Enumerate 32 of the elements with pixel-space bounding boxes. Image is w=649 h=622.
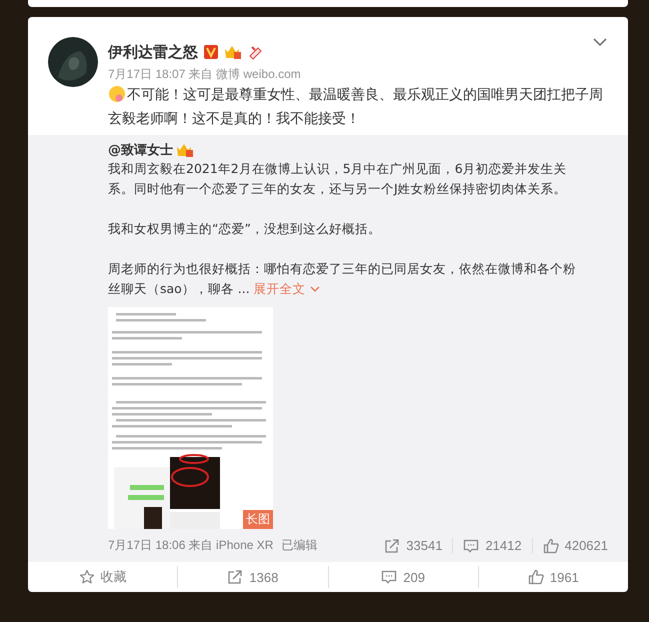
crown-badge-icon — [176, 142, 194, 158]
repost-paragraph: 我和女权男博主的“恋爱”，没想到这么好概括。 — [108, 220, 382, 238]
repost-paragraph: 周老师的行为也很好概括：哪怕有恋爱了三年的已同居女友，依然在微博和各个粉丝聊天（sao），聊各 ... 展开全文 — [108, 260, 577, 298]
stat-link[interactable]: 420621 — [532, 538, 608, 554]
edited-label: 已编辑 — [281, 537, 318, 554]
emoji-icon — [108, 85, 126, 103]
chevron-down-icon[interactable] — [592, 37, 608, 47]
like-button[interactable]: 1961 — [478, 566, 628, 588]
chevron-down-icon — [310, 285, 320, 293]
favorite-button[interactable]: 收藏 — [28, 566, 178, 588]
comment-icon — [381, 569, 398, 585]
share-icon — [384, 538, 400, 554]
avatar[interactable] — [48, 37, 98, 87]
comment-icon — [463, 538, 480, 554]
user-name[interactable]: 伊利达雷之怒 — [108, 42, 198, 62]
stat-link[interactable]: 33541 — [374, 538, 452, 554]
long-image-badge: 长图 — [243, 510, 273, 529]
repost-meta: 7月17日 18:06 来自 iPhone XR — [108, 537, 274, 554]
verified-badge-icon — [203, 44, 219, 60]
post-meta: 7月17日 18:07 来自 微博 weibo.com — [108, 66, 301, 83]
thumbs-up-icon — [542, 538, 559, 554]
star-icon — [78, 569, 95, 585]
repost-author-link[interactable]: @致谭女士 — [108, 141, 173, 159]
stat-link[interactable]: 21412 — [452, 538, 532, 554]
repost-button[interactable]: 1368 — [177, 566, 328, 588]
share-icon — [227, 569, 244, 585]
post-text: 不可能！这可是最尊重女性、最温暖善良、最乐观正义的国唯男天团扛把子周玄毅老师啊！这不是真的！我不能接受！ — [108, 84, 604, 129]
expand-link[interactable]: 展开全文 — [254, 281, 320, 296]
repost-paragraph: 我和周玄毅在2021年2月在微博上认识，5月中在广州见面，6月初恋爱并发生关系。同时他有一个恋爱了三年的女友，还与另一个J姓女粉丝保持密切肉体关系。 — [108, 160, 568, 198]
thumbs-up-icon — [528, 569, 544, 585]
comment-button[interactable]: 209 — [328, 566, 478, 588]
crown-badge-icon — [224, 44, 242, 60]
